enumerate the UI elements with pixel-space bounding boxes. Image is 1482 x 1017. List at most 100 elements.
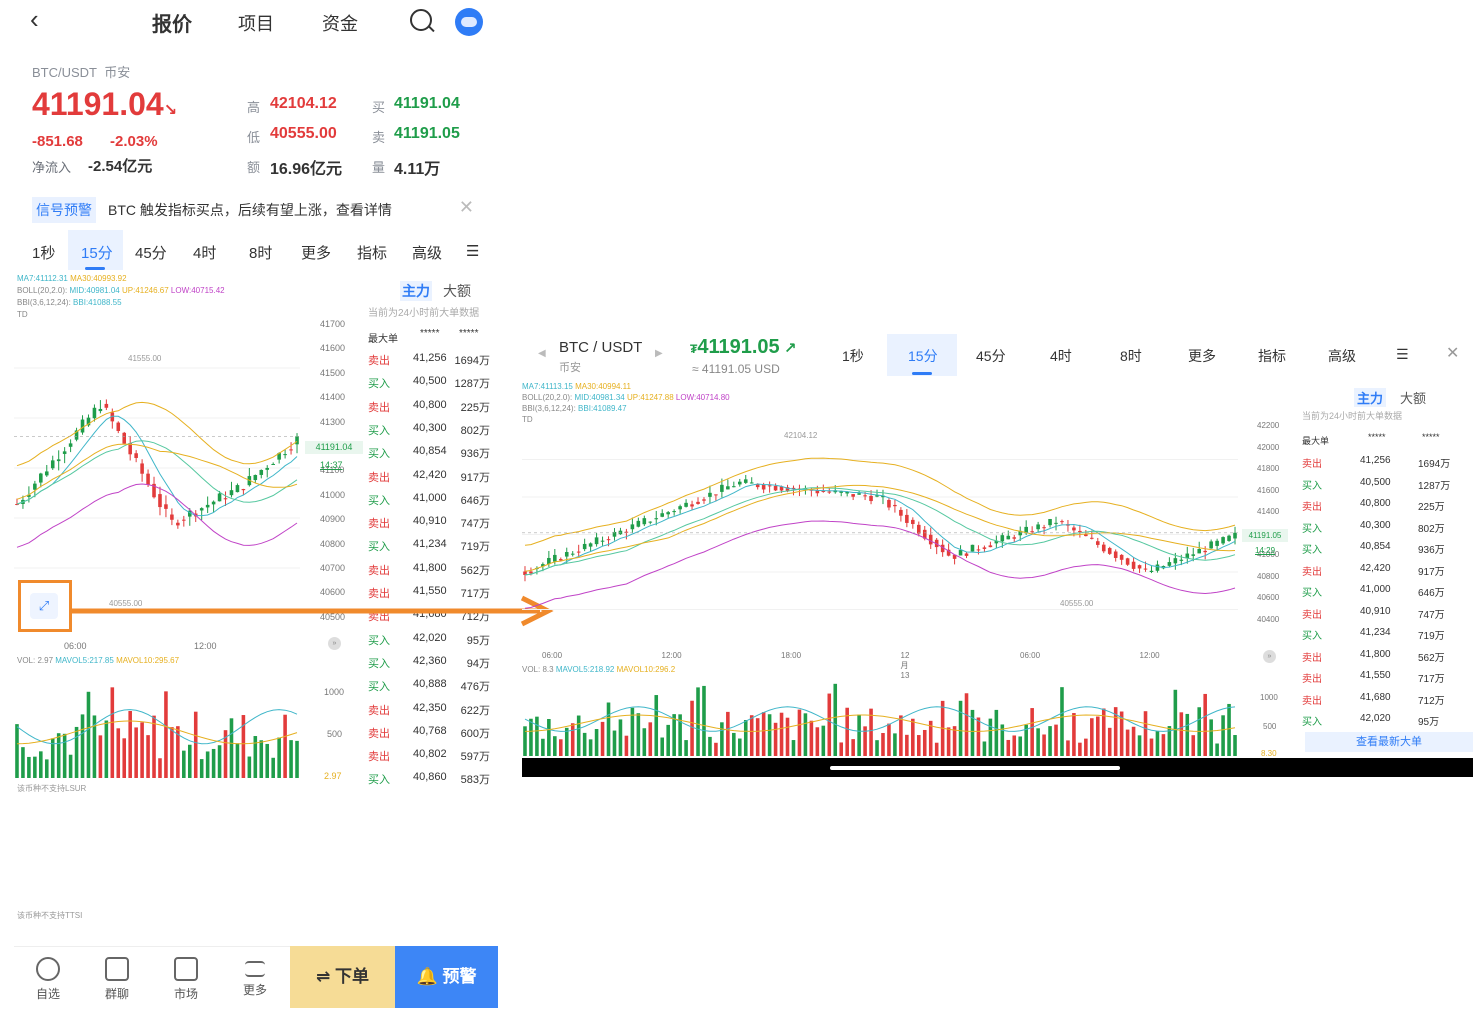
scroll-end-icon[interactable]: » (1263, 650, 1276, 663)
tab-1s[interactable]: 1秒 (32, 242, 55, 263)
candle (128, 436, 132, 461)
tab-advanced[interactable]: 高级 (412, 242, 442, 263)
tab-4h[interactable]: 4时 (1050, 346, 1072, 366)
candle (773, 483, 778, 492)
latest-bigorder-button[interactable]: 查看最新大单 (1305, 732, 1473, 752)
candle (1078, 524, 1082, 538)
candle (630, 517, 635, 533)
tab-4h[interactable]: 4时 (193, 242, 216, 263)
stat-value-turnover: 16.96亿元 (270, 161, 343, 178)
tab-more[interactable]: 更多 (301, 242, 331, 263)
volume-bar (982, 741, 987, 756)
bigorder-side: 买入 (368, 774, 390, 787)
bigorder-row: 买入 40,854 936万 (368, 445, 498, 461)
avatar[interactable] (455, 8, 483, 36)
candlestick-chart[interactable] (14, 318, 300, 618)
candle (229, 481, 234, 498)
bigorder-amount: 1694万 (454, 355, 490, 367)
bigorder-amount: 719万 (460, 541, 490, 554)
tab-1s[interactable]: 1秒 (842, 346, 864, 366)
alert-button[interactable]: 🔔 预警 (395, 946, 498, 1008)
bottom-more[interactable]: 更多 (225, 957, 285, 998)
tab-45m[interactable]: 45分 (135, 242, 167, 263)
bigorder-price: 41,234 (1360, 627, 1391, 638)
bottom-watchlist[interactable]: 自选 (18, 957, 78, 1002)
bigorder-header-max: 最大单 (1302, 436, 1330, 446)
volume-bar (164, 691, 168, 778)
scroll-end-icon[interactable]: » (328, 637, 341, 650)
next-pair-icon[interactable]: ▶ (655, 348, 663, 359)
volume-bar (642, 728, 647, 756)
close-icon[interactable]: ✕ (1446, 343, 1459, 363)
tab-advanced[interactable]: 高级 (1328, 346, 1356, 366)
bigorder-row: 买入 41,234 719万 (368, 538, 498, 554)
prev-pair-icon[interactable]: ◀ (538, 348, 546, 359)
bigorder-price: 41,256 (1360, 455, 1391, 466)
volume-bar (720, 722, 724, 756)
bigorder-price: 42,420 (1360, 562, 1391, 574)
candle (62, 447, 67, 464)
tab-main-force[interactable]: 主力 (400, 281, 432, 301)
tab-8h[interactable]: 8时 (1120, 346, 1142, 366)
nav-tab-project[interactable]: 项目 (238, 10, 274, 36)
home-indicator[interactable] (830, 766, 1120, 770)
bigorder-amount: 917万 (1418, 566, 1445, 578)
volume-bar (56, 733, 61, 778)
bottom-market[interactable]: 市场 (156, 957, 216, 1002)
bigorder-row: 卖出 40,910 747万 (368, 515, 498, 531)
volume-bar (86, 691, 91, 778)
volume-bar (564, 727, 569, 756)
search-icon[interactable] (410, 9, 432, 31)
tab-15m[interactable]: 15分 (908, 346, 938, 366)
bigorder-price: 42,360 (413, 654, 447, 667)
low-marker: 40555.00 (1060, 599, 1094, 608)
bottom-group-chat[interactable]: 群聊 (87, 957, 147, 1002)
tab-15m[interactable]: 15分 (81, 242, 113, 263)
candle (797, 484, 802, 497)
volume-axis-label: 500 (1263, 722, 1277, 731)
tab-indicators[interactable]: 指标 (1258, 346, 1286, 366)
bigorder-amount: 917万 (460, 471, 490, 484)
nav-tab-funds[interactable]: 资金 (322, 10, 358, 36)
volume-bar (158, 758, 162, 778)
tab-more[interactable]: 更多 (1188, 346, 1216, 366)
close-icon[interactable]: ✕ (459, 197, 474, 218)
signal-banner[interactable]: 信号预警 BTC 触发指标买点，后续有望上涨，查看详情 ✕ (32, 197, 484, 223)
landscape-pair[interactable]: BTC / USDT (559, 339, 642, 356)
axis-label: 41500 (320, 367, 346, 378)
stat-value-low: 40555.00 (270, 125, 337, 142)
candle (618, 527, 623, 535)
volume-bar (857, 714, 861, 756)
volume-bar (1227, 703, 1231, 756)
bigorder-side: 卖出 (368, 401, 390, 414)
chat-icon (105, 957, 129, 981)
volume-bar (732, 732, 736, 756)
volume-bar (1084, 738, 1088, 756)
volume-bar (594, 729, 599, 756)
tab-large-amount[interactable]: 大额 (1400, 388, 1426, 407)
tab-large-amount[interactable]: 大额 (443, 281, 471, 301)
tab-indicators[interactable]: 指标 (357, 242, 387, 263)
axis-label: 41300 (320, 416, 346, 427)
candle (1054, 516, 1058, 531)
candle (211, 500, 216, 512)
candle (1221, 536, 1225, 546)
landscape-candlestick-chart[interactable] (522, 422, 1238, 647)
tab-45m[interactable]: 45分 (976, 346, 1006, 366)
back-icon[interactable]: ‹ (30, 4, 39, 35)
tab-8h[interactable]: 8时 (249, 242, 272, 263)
place-order-button[interactable]: ⇌ 下单 (290, 946, 395, 1008)
bigorder-header-max: 最大单 (368, 334, 398, 345)
candle (690, 500, 694, 510)
volume-bar (946, 727, 951, 756)
volume-bar (1078, 742, 1082, 756)
chart-settings-icon[interactable]: ☰ (1396, 346, 1409, 363)
portrait-screen: ‹ 报价 项目 资金 BTC/USDT 币安 41191.04↘ -851.68… (0, 0, 505, 1017)
volume-bar (1179, 712, 1184, 756)
bigorder-row: 卖出 40,802 597万 (368, 748, 498, 764)
tab-main-force[interactable]: 主力 (1354, 388, 1387, 407)
bigorder-price: 40,854 (413, 445, 447, 458)
chart-settings-icon[interactable]: ☰ (466, 242, 479, 260)
nav-tab-quote[interactable]: 报价 (152, 8, 192, 37)
candle (44, 464, 49, 477)
